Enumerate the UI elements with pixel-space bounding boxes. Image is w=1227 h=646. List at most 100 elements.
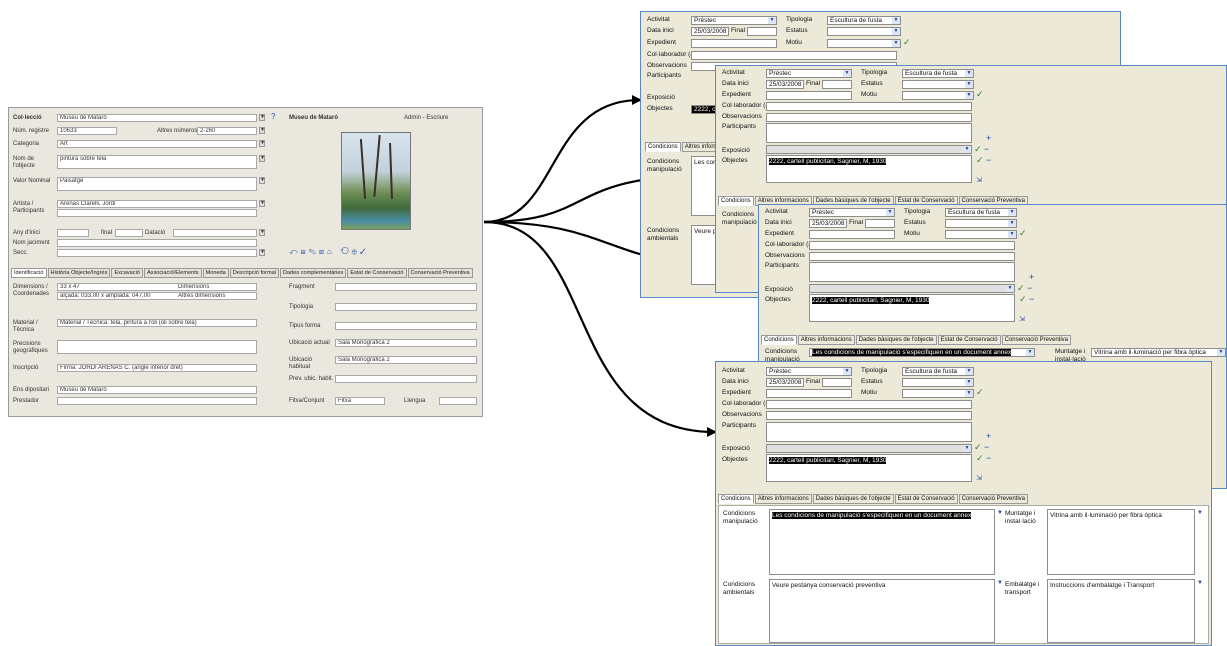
start-date-field[interactable]: 25/03/2008 — [809, 219, 847, 228]
artist-field-2[interactable] — [57, 209, 257, 217]
inscriptions-field[interactable]: Firma: JORDI ARENAS C. (angle inferior d… — [57, 364, 257, 372]
reason-select[interactable]: ▼ — [902, 389, 974, 398]
packing-field[interactable]: Instruccions d'embalatge i Transport — [1047, 579, 1195, 643]
shape-field[interactable] — [335, 322, 477, 330]
observations-field[interactable] — [809, 252, 1015, 261]
material-field[interactable]: Material / Tècnica: tela, pintura a l'ol… — [57, 319, 257, 327]
section-field[interactable] — [57, 249, 257, 257]
final-field[interactable] — [822, 80, 852, 89]
status-select[interactable]: ▼ — [945, 219, 1017, 228]
typology-field[interactable] — [335, 303, 477, 311]
current-location-field[interactable]: Sala Monogràfica 2 — [335, 339, 477, 347]
tab-historia[interactable]: Història Objecte/Ingrés — [47, 268, 111, 278]
observations-field[interactable] — [766, 113, 972, 122]
participants-field[interactable] — [766, 123, 972, 143]
start-date-field[interactable]: 25/03/2008 — [691, 27, 729, 36]
collaborator-field[interactable] — [691, 51, 897, 60]
objects-item[interactable]: 2222, cartell publicitari, Sagnier, M, 1… — [812, 297, 930, 304]
chevron-down-icon[interactable]: ▼ — [259, 249, 265, 256]
help-icon[interactable]: ? — [271, 113, 275, 121]
category-field[interactable]: Art — [57, 140, 257, 148]
tab-identificacio[interactable]: Identificació — [11, 268, 47, 278]
dimensions-row-2[interactable]: alçada: 033,00 x amplada: 047,00 Altres … — [57, 292, 257, 300]
year-final-field[interactable] — [115, 229, 143, 237]
pencil-icon[interactable]: ✓ — [1019, 295, 1027, 304]
chevron-down-icon[interactable]: ▼ — [259, 155, 265, 162]
link-icon[interactable]: ⇲ — [976, 176, 982, 185]
file-field[interactable] — [766, 91, 852, 100]
language-field[interactable] — [439, 397, 477, 405]
chevron-down-icon[interactable]: ▼ — [259, 177, 265, 184]
chevron-down-icon[interactable]: ▼ — [1008, 220, 1016, 227]
pencil-icon[interactable]: ✓ — [976, 388, 984, 397]
chevron-down-icon[interactable]: ▼ — [965, 70, 973, 77]
chevron-down-icon[interactable]: ▼ — [997, 509, 1003, 518]
plus-icon[interactable]: + — [986, 134, 991, 143]
collaborator-field[interactable] — [766, 400, 972, 409]
handling-field[interactable]: Les condicions de manipulació s'especifi… — [769, 509, 995, 575]
pencil-icon[interactable]: ✓ — [974, 145, 982, 154]
set-field[interactable]: Fitxa — [335, 397, 385, 405]
collaborator-field[interactable] — [809, 241, 1015, 250]
chevron-down-icon[interactable]: ▼ — [1217, 349, 1225, 356]
tab-conservacio[interactable]: Conservació Preventiva — [407, 268, 473, 278]
chevron-down-icon[interactable]: ▼ — [886, 209, 894, 216]
typology-select[interactable]: Escultura de fusta ▼ — [902, 367, 974, 376]
pencil-icon[interactable]: ✓ — [1017, 284, 1025, 293]
chevron-down-icon[interactable]: ▼ — [965, 390, 973, 397]
chevron-down-icon[interactable]: ▼ — [965, 368, 973, 375]
tab-associacio[interactable]: Associació/Elements — [143, 268, 202, 278]
participants-field[interactable] — [809, 262, 1015, 282]
usual-location-field[interactable]: Sala Monogràfica 2 — [335, 356, 477, 364]
final-field[interactable] — [865, 219, 895, 228]
reason-select[interactable]: ▼ — [945, 230, 1017, 239]
reason-select[interactable]: ▼ — [902, 91, 974, 100]
chevron-down-icon[interactable]: ▼ — [259, 140, 265, 147]
precisions-field[interactable] — [57, 340, 257, 354]
pencil-icon[interactable]: ✓ — [976, 90, 984, 99]
dimensions-row-1[interactable]: 33 x 47 Dimensions — [57, 283, 257, 291]
objects-item[interactable]: 2222, cartell publicitari, Sagnier, M, 1… — [769, 457, 887, 464]
tab-moneda[interactable]: Moneda — [202, 268, 229, 278]
objects-item[interactable]: 2222, cartell publicitari, Sagnier, M, 1… — [769, 158, 887, 165]
chevron-down-icon[interactable]: ▼ — [892, 40, 900, 47]
tab-conditions[interactable]: Condicions — [718, 494, 754, 504]
plus-icon[interactable]: + — [986, 432, 991, 441]
image-toolbar[interactable]: ⤺⊞✎⊠⌂ ⟲⊕✓ — [289, 248, 369, 256]
status-select[interactable]: ▼ — [902, 80, 974, 89]
start-date-field[interactable]: 25/03/2008 — [766, 378, 804, 387]
chevron-down-icon[interactable]: ▼ — [843, 368, 851, 375]
observations-field[interactable] — [766, 411, 972, 420]
chevron-down-icon[interactable]: ▼ — [892, 17, 900, 24]
tab-conditions[interactable]: Condicions — [645, 142, 681, 152]
reg-no-field[interactable]: 10633 — [57, 127, 117, 135]
chevron-down-icon[interactable]: ▼ — [259, 127, 265, 134]
chevron-down-icon[interactable]: ▼ — [259, 200, 265, 207]
tab-basic-data[interactable]: Dades bàsiques de l'objecte — [855, 335, 937, 345]
tab-preventive[interactable]: Conservació Preventiva — [1001, 335, 1071, 345]
file-field[interactable] — [809, 230, 895, 239]
file-field[interactable] — [766, 389, 852, 398]
plus-icon[interactable]: + — [1029, 273, 1034, 282]
chevron-down-icon[interactable]: ▼ — [963, 445, 971, 452]
other-numbers-field[interactable]: 2-260 — [197, 127, 257, 135]
chevron-down-icon[interactable]: ▼ — [1006, 285, 1014, 292]
prev-location-field[interactable] — [335, 375, 477, 383]
minus-icon[interactable]: − — [1029, 295, 1034, 304]
title-field[interactable]: Paisatge — [57, 177, 257, 191]
participants-field[interactable] — [766, 422, 972, 442]
tab-dades[interactable]: Dades complementàries — [280, 268, 347, 278]
year-start-field[interactable] — [57, 229, 89, 237]
lender-field[interactable] — [57, 397, 257, 405]
chevron-down-icon[interactable]: ▼ — [1008, 209, 1016, 216]
tab-preventive[interactable]: Conservació Preventiva — [958, 494, 1028, 504]
activity-select[interactable]: Préstec ▼ — [691, 16, 777, 25]
handling-select[interactable]: Les condicions de manipulació s'especifi… — [809, 348, 1035, 357]
link-icon[interactable]: ⇲ — [1019, 315, 1025, 324]
activity-select[interactable]: Préstec ▼ — [766, 367, 852, 376]
typology-select[interactable]: Escultura de fusta ▼ — [827, 16, 901, 25]
link-icon[interactable]: ⇲ — [976, 474, 982, 483]
minus-icon[interactable]: − — [984, 145, 989, 154]
chevron-down-icon[interactable]: ▼ — [259, 114, 265, 121]
collection-field[interactable]: Museu de Mataró — [57, 114, 257, 122]
